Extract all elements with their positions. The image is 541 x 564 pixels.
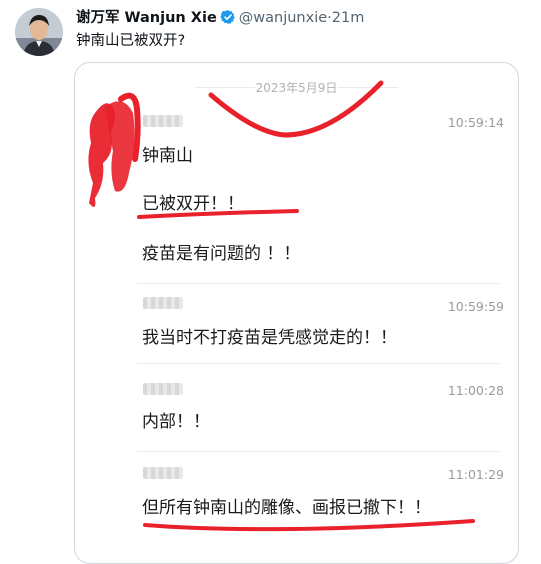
tweet-header: 谢万军 Wanjun Xie @wanjunxie·21m bbox=[76, 9, 531, 30]
verified-badge-icon bbox=[220, 9, 236, 30]
author-handle[interactable]: @wanjunxie bbox=[239, 10, 327, 26]
chat-date: 2023年5月9日 bbox=[255, 81, 338, 95]
message-line: 内部！！ bbox=[142, 412, 210, 432]
tweet-media-image[interactable]: 2023年5月9日 10:59:14 钟南山 已被双开！！ 疫苗是有问题的 ！！… bbox=[74, 62, 519, 564]
sender-name-blurred bbox=[143, 467, 183, 479]
sender-name-blurred bbox=[143, 115, 183, 127]
message-time: 11:00:28 bbox=[447, 383, 504, 398]
message-line: 疫苗是有问题的 ！！ bbox=[142, 244, 301, 264]
message-line: 我当时不打疫苗是凭感觉走的！！ bbox=[142, 328, 397, 348]
message-line: 但所有钟南山的雕像、画报已撤下！！ bbox=[142, 498, 431, 518]
message-time: 10:59:59 bbox=[447, 299, 504, 314]
message-time: 10:59:14 bbox=[447, 115, 504, 130]
date-divider-right bbox=[338, 87, 398, 88]
message-divider bbox=[137, 363, 500, 364]
red-scribble-redaction bbox=[118, 92, 141, 162]
message-line: 钟南山 bbox=[142, 146, 193, 166]
avatar[interactable] bbox=[15, 8, 63, 56]
sender-name-blurred bbox=[143, 297, 183, 309]
avatar-photo bbox=[15, 8, 63, 56]
red-scribble-redaction bbox=[88, 103, 115, 207]
message-divider bbox=[137, 283, 500, 284]
message-time: 11:01:29 bbox=[447, 467, 504, 482]
tweet-timestamp[interactable]: 21m bbox=[332, 10, 365, 26]
red-scribble-redaction bbox=[105, 101, 135, 192]
author-name[interactable]: 谢万军 Wanjun Xie bbox=[76, 10, 217, 26]
red-underline bbox=[143, 519, 475, 532]
message-line: 已被双开！！ bbox=[142, 194, 244, 214]
message-divider bbox=[137, 451, 500, 452]
tweet-text: 钟南山已被双开? bbox=[76, 33, 186, 49]
sender-name-blurred bbox=[143, 383, 183, 395]
